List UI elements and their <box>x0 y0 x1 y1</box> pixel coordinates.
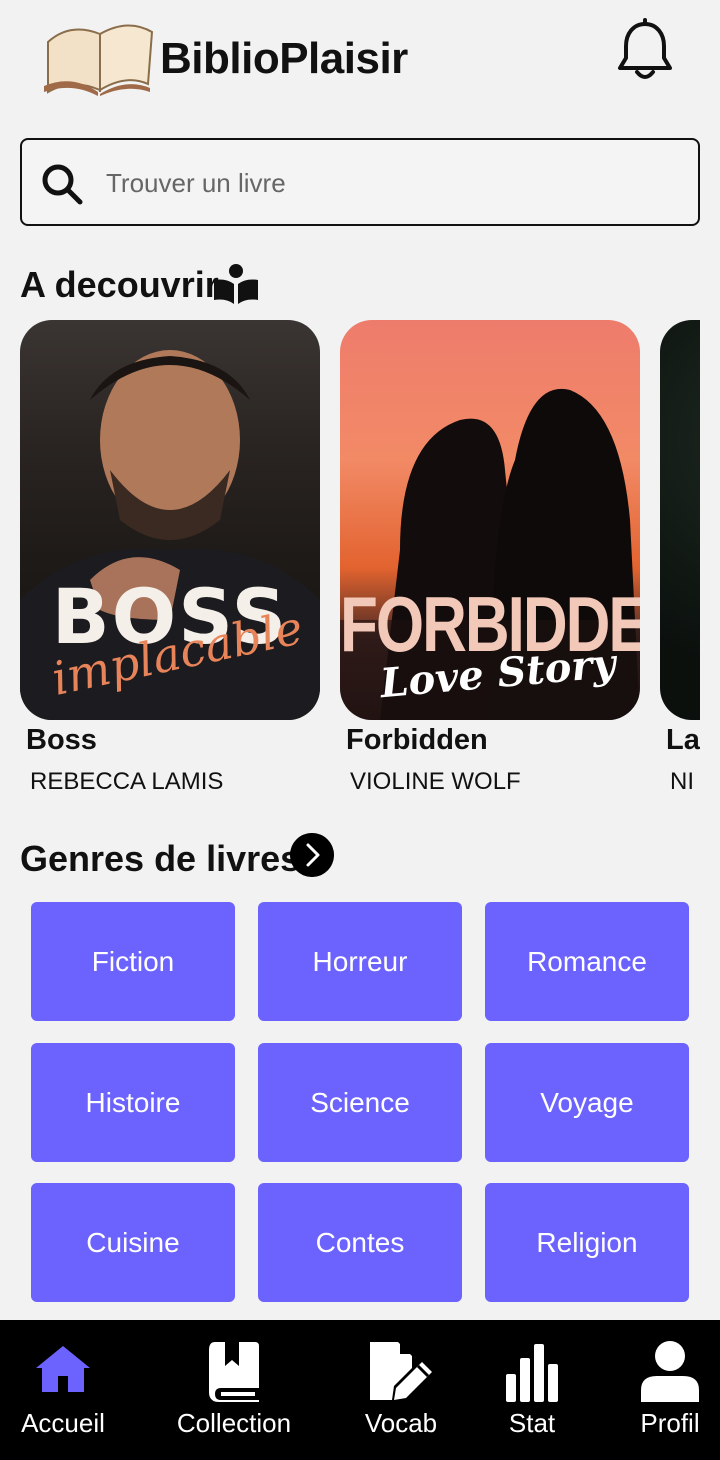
book-card[interactable]: BOSS implacable Boss REBECCA LAMIS <box>20 320 320 795</box>
reading-book-icon <box>214 264 258 304</box>
nav-label: Stat <box>508 1408 556 1438</box>
bookmark-book-icon <box>209 1342 259 1402</box>
nav-label: Profil <box>640 1408 700 1438</box>
genre-button-histoire[interactable]: Histoire <box>31 1043 235 1162</box>
genre-button-romance[interactable]: Romance <box>485 902 689 1021</box>
genre-button-religion[interactable]: Religion <box>485 1183 689 1302</box>
genre-button-contes[interactable]: Contes <box>258 1183 462 1302</box>
nav-item-accueil[interactable]: Accueil <box>0 1320 126 1460</box>
nav-label: Collection <box>176 1408 292 1438</box>
search-icon <box>42 164 83 205</box>
discover-carousel[interactable]: BOSS implacable Boss REBECCA LAMIS FORBI… <box>20 320 700 810</box>
bell-icon[interactable] <box>614 18 676 84</box>
nav-item-stat[interactable]: Stat <box>494 1320 570 1460</box>
chevron-right-icon[interactable] <box>290 833 334 877</box>
nav-item-collection[interactable]: Collection <box>160 1320 308 1460</box>
home-icon <box>36 1346 90 1392</box>
genre-button-voyage[interactable]: Voyage <box>485 1043 689 1162</box>
nav-label: Accueil <box>21 1408 105 1438</box>
genre-button-fiction[interactable]: Fiction <box>31 902 235 1021</box>
nav-item-vocab[interactable]: Vocab <box>350 1320 452 1460</box>
book-author: NI <box>670 768 694 795</box>
genre-button-cuisine[interactable]: Cuisine <box>31 1183 235 1302</box>
book-card[interactable]: La NI <box>660 320 700 795</box>
discover-title: A decouvrir <box>20 264 219 305</box>
app-header: BiblioPlaisir <box>0 0 720 120</box>
nav-item-profil[interactable]: Profil <box>630 1320 710 1460</box>
open-book-logo-icon <box>44 24 154 96</box>
book-cover[interactable] <box>660 320 700 720</box>
book-cover[interactable]: BOSS implacable <box>20 320 320 720</box>
book-title[interactable]: Boss <box>26 724 97 757</box>
genre-button-horreur[interactable]: Horreur <box>258 902 462 1021</box>
genre-button-science[interactable]: Science <box>258 1043 462 1162</box>
search-input[interactable] <box>106 160 666 206</box>
app-title: BiblioPlaisir <box>160 34 408 83</box>
search-bar[interactable] <box>20 138 700 226</box>
book-author: VIOLINE WOLF <box>350 768 521 795</box>
book-author: REBECCA LAMIS <box>30 768 224 795</box>
book-title[interactable]: La <box>666 724 700 757</box>
book-cover[interactable]: FORBIDDEN Love Story <box>340 320 640 720</box>
file-pen-icon <box>370 1342 432 1400</box>
nav-label: Vocab <box>364 1408 438 1438</box>
genres-title: Genres de livres <box>20 838 301 879</box>
book-title[interactable]: Forbidden <box>346 724 488 757</box>
book-card[interactable]: FORBIDDEN Love Story Forbidden VIOLINE W… <box>340 320 640 795</box>
bar-chart-icon <box>506 1344 558 1402</box>
genres-grid: Fiction Horreur Romance Histoire Science… <box>31 902 689 1302</box>
user-icon <box>641 1341 699 1402</box>
bottom-navigation: Accueil Collection Vocab Stat Profil <box>0 1320 720 1460</box>
